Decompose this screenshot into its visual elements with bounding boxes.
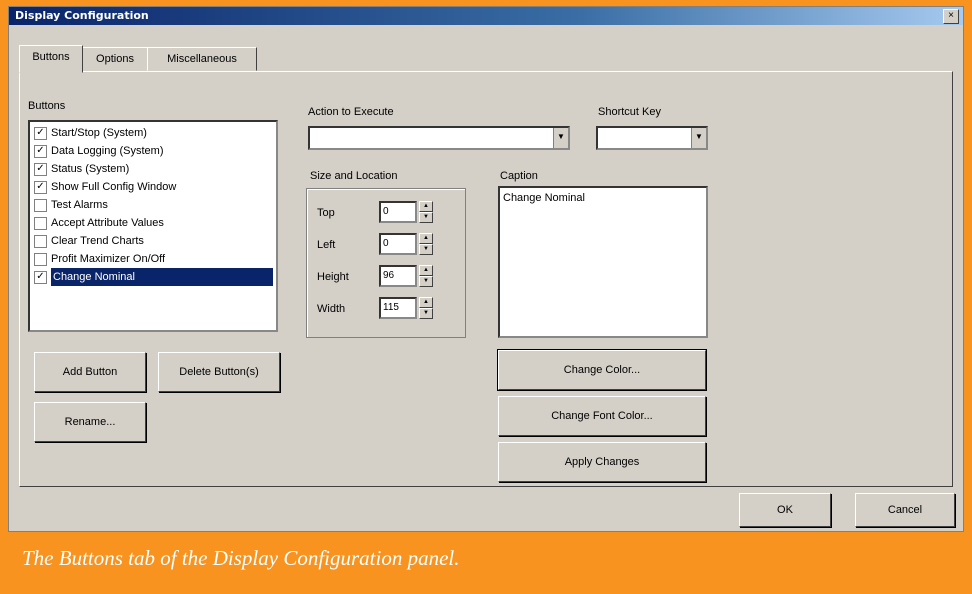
figure-frame: Display Configuration × Buttons Options … <box>0 0 972 594</box>
spin-up-icon[interactable]: ▲ <box>419 233 433 244</box>
checkbox-unchecked-icon[interactable] <box>34 198 47 212</box>
buttons-list-label: Buttons <box>28 100 66 112</box>
close-icon[interactable]: × <box>943 9 959 24</box>
shortcut-select[interactable]: ▼ <box>596 126 708 150</box>
chevron-down-icon[interactable]: ▼ <box>691 128 706 148</box>
delete-buttons-button[interactable]: Delete Button(s) <box>158 352 280 392</box>
list-item[interactable]: Clear Trend Charts <box>34 232 144 250</box>
spin-down-icon[interactable]: ▼ <box>419 212 433 223</box>
list-item[interactable]: Profit Maximizer On/Off <box>34 250 165 268</box>
window-title: Display Configuration <box>15 9 149 22</box>
top-label: Top <box>317 207 335 219</box>
width-label: Width <box>317 303 346 315</box>
checkbox-checked-icon[interactable]: ✓ <box>34 180 47 194</box>
add-button[interactable]: Add Button <box>34 352 146 392</box>
change-color-button[interactable]: Change Color... <box>497 349 707 391</box>
rename-button[interactable]: Rename... <box>34 402 146 442</box>
list-item[interactable]: ✓ Start/Stop (System) <box>34 124 147 142</box>
buttons-listbox[interactable]: ✓ Start/Stop (System) ✓ Data Logging (Syst… <box>28 120 278 332</box>
width-input[interactable]: 115 <box>379 297 417 319</box>
caption-value: Change Nominal <box>503 192 585 204</box>
shortcut-label: Shortcut Key <box>598 106 661 118</box>
left-input[interactable]: 0 <box>379 233 417 255</box>
caption-label: Caption <box>500 170 538 182</box>
height-spinner[interactable]: 96 ▲ ▼ <box>379 265 435 287</box>
list-item-selected[interactable]: ✓ Change Nominal <box>34 268 273 286</box>
checkbox-checked-icon[interactable]: ✓ <box>34 126 47 140</box>
checkbox-checked-icon[interactable]: ✓ <box>34 144 47 158</box>
list-item[interactable]: Accept Attribute Values <box>34 214 164 232</box>
size-location-group: Top 0 ▲ ▼ Left 0 ▲ ▼ Height 96 ▲ ▼ Width 11… <box>306 188 466 338</box>
tab-options[interactable]: Options <box>82 47 148 71</box>
spin-down-icon[interactable]: ▼ <box>419 276 433 287</box>
left-spinner[interactable]: 0 ▲ ▼ <box>379 233 435 255</box>
title-bar: Display Configuration × <box>9 7 963 25</box>
list-item[interactable]: ✓ Data Logging (System) <box>34 142 164 160</box>
ok-button[interactable]: OK <box>739 493 831 527</box>
dialog-window: Display Configuration × Buttons Options … <box>8 6 964 532</box>
tab-miscellaneous[interactable]: Miscellaneous <box>147 47 257 71</box>
list-item[interactable]: ✓ Show Full Config Window <box>34 178 176 196</box>
list-item[interactable]: Test Alarms <box>34 196 108 214</box>
apply-changes-button[interactable]: Apply Changes <box>498 442 706 482</box>
left-label: Left <box>317 239 336 251</box>
spin-up-icon[interactable]: ▲ <box>419 265 433 276</box>
width-spinner[interactable]: 115 ▲ ▼ <box>379 297 435 319</box>
tab-buttons[interactable]: Buttons <box>19 45 83 73</box>
spin-down-icon[interactable]: ▼ <box>419 308 433 319</box>
top-spinner[interactable]: 0 ▲ ▼ <box>379 201 435 223</box>
action-label: Action to Execute <box>308 106 394 118</box>
spin-up-icon[interactable]: ▲ <box>419 297 433 308</box>
list-item[interactable]: ✓ Status (System) <box>34 160 129 178</box>
action-select[interactable]: ▼ <box>308 126 570 150</box>
checkbox-checked-icon[interactable]: ✓ <box>34 162 47 176</box>
chevron-down-icon[interactable]: ▼ <box>553 128 568 148</box>
top-input[interactable]: 0 <box>379 201 417 223</box>
checkbox-unchecked-icon[interactable] <box>34 234 47 248</box>
height-input[interactable]: 96 <box>379 265 417 287</box>
change-font-color-button[interactable]: Change Font Color... <box>498 396 706 436</box>
checkbox-unchecked-icon[interactable] <box>34 216 47 230</box>
checkbox-unchecked-icon[interactable] <box>34 252 47 266</box>
size-location-label: Size and Location <box>310 170 398 182</box>
height-label: Height <box>317 271 349 283</box>
checkbox-checked-icon[interactable]: ✓ <box>34 270 47 284</box>
spin-up-icon[interactable]: ▲ <box>419 201 433 212</box>
caption-textarea[interactable]: Change Nominal <box>498 186 708 338</box>
spin-down-icon[interactable]: ▼ <box>419 244 433 255</box>
cancel-button[interactable]: Cancel <box>855 493 955 527</box>
figure-caption: The Buttons tab of the Display Configura… <box>22 546 460 570</box>
tab-panel: Buttons ✓ Start/Stop (System) ✓ Data Loggi… <box>19 71 953 487</box>
